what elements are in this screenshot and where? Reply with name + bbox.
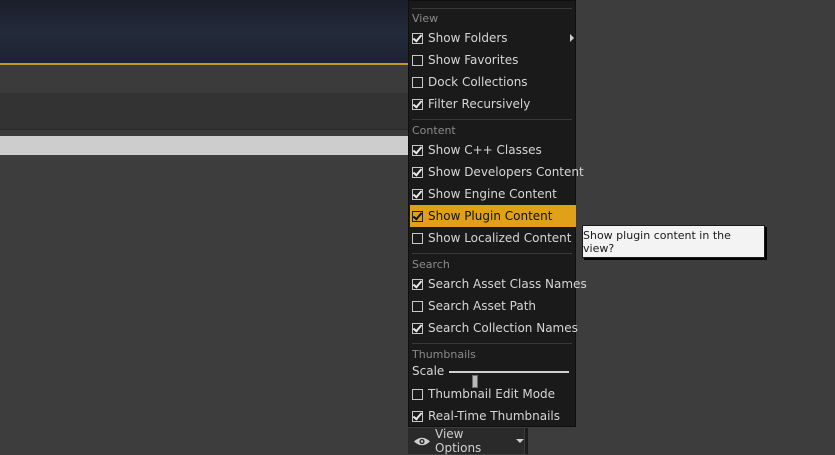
view-options-menu: View Show Folders Show Favorites Dock Co…: [408, 0, 587, 427]
menu-item-show-cpp-classes[interactable]: Show C++ Classes: [410, 139, 576, 161]
checkbox[interactable]: [412, 76, 423, 88]
checkbox[interactable]: [412, 166, 423, 178]
checkbox[interactable]: [412, 278, 423, 290]
checkbox[interactable]: [412, 300, 423, 312]
checkbox[interactable]: [412, 322, 423, 334]
menu-item-label: Search Asset Path: [428, 299, 537, 313]
menu-item-label: Show Folders: [428, 31, 508, 45]
menu-item-show-developers-content[interactable]: Show Developers Content: [410, 161, 584, 183]
menu-item-label: Dock Collections: [428, 75, 528, 89]
checkbox[interactable]: [412, 54, 423, 66]
checkbox[interactable]: [412, 210, 423, 222]
viewport-preview: [0, 0, 409, 65]
menu-item-search-collection-names[interactable]: Search Collection Names: [410, 317, 578, 339]
search-bar[interactable]: [0, 136, 408, 155]
menu-item-show-engine-content[interactable]: Show Engine Content: [410, 183, 576, 205]
menu-item-show-localized-content[interactable]: Show Localized Content: [410, 227, 576, 249]
view-options-button[interactable]: View Options: [408, 427, 524, 455]
toolbar-divider: [525, 428, 528, 454]
checkbox[interactable]: [412, 388, 423, 400]
menu-item-label: Show Localized Content: [428, 231, 572, 245]
menu-item-label: Real-Time Thumbnails: [428, 409, 561, 423]
menu-item-label: Show Engine Content: [428, 187, 557, 201]
section-header-content: Content: [412, 124, 456, 137]
tooltip: Show plugin content in the view?: [582, 225, 765, 258]
checkbox[interactable]: [412, 410, 423, 422]
menu-item-show-folders[interactable]: Show Folders: [410, 27, 576, 49]
submenu-arrow-icon: [570, 34, 574, 42]
menu-item-label: Search Asset Class Names: [428, 277, 587, 291]
menu-item-label: Show Favorites: [428, 53, 519, 67]
menu-item-label: Filter Recursively: [428, 97, 531, 111]
menu-item-show-plugin-content[interactable]: Show Plugin Content: [410, 205, 576, 227]
menu-item-search-asset-path[interactable]: Search Asset Path: [410, 295, 576, 317]
menu-item-dock-collections[interactable]: Dock Collections: [410, 71, 576, 93]
menu-item-real-time-thumbnails[interactable]: Real-Time Thumbnails: [410, 405, 576, 427]
menu-item-search-asset-class-names[interactable]: Search Asset Class Names: [410, 273, 587, 295]
checkbox[interactable]: [412, 232, 423, 244]
menu-item-show-favorites[interactable]: Show Favorites: [410, 49, 576, 71]
toolbar-strip: [0, 65, 409, 93]
menu-item-label: Search Collection Names: [428, 321, 578, 335]
menu-item-label: Show C++ Classes: [428, 143, 542, 157]
section-header-view: View: [412, 12, 439, 25]
panel-header: [0, 93, 409, 130]
menu-item-label: Show Plugin Content: [428, 209, 553, 223]
checkbox[interactable]: [412, 32, 423, 44]
checkbox[interactable]: [412, 98, 423, 110]
checkbox[interactable]: [412, 144, 423, 156]
view-options-label: View Options: [435, 427, 482, 455]
menu-item-label: Thumbnail Edit Mode: [428, 387, 556, 401]
menu-divider: [412, 343, 572, 344]
scale-slider[interactable]: [449, 371, 569, 388]
thumbnail-scale-row: Scale: [410, 361, 576, 388]
menu-item-thumbnail-edit-mode[interactable]: Thumbnail Edit Mode: [410, 383, 576, 405]
menu-item-label: Show Developers Content: [428, 165, 584, 179]
chevron-down-icon: [516, 439, 524, 443]
checkbox[interactable]: [412, 188, 423, 200]
menu-top-divider: [412, 8, 572, 9]
menu-divider: [412, 253, 572, 254]
section-header-search: Search: [412, 258, 450, 271]
eye-icon: [413, 436, 431, 447]
menu-item-filter-recursively[interactable]: Filter Recursively: [410, 93, 576, 115]
menu-divider: [412, 119, 572, 120]
scale-label: Scale: [412, 364, 445, 378]
